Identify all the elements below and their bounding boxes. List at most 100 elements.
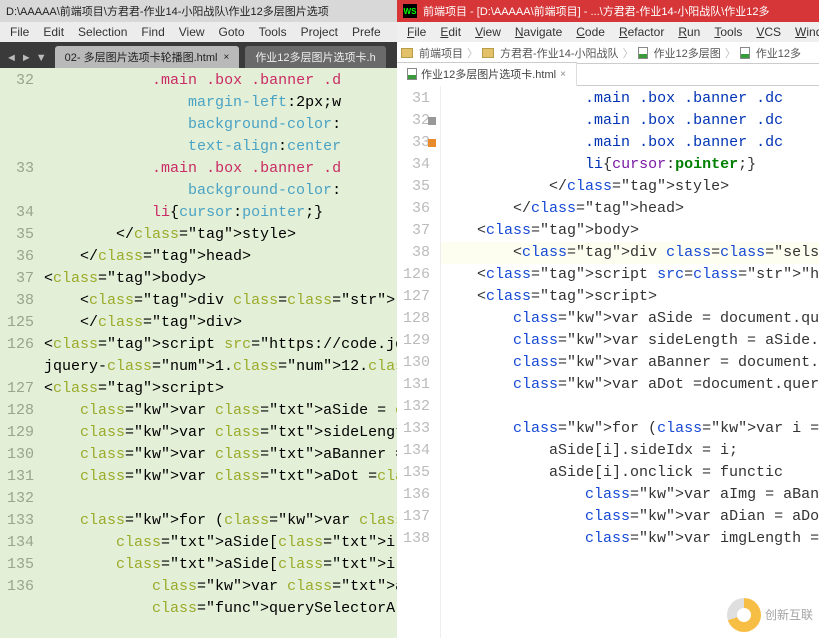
- webstorm-titlebar[interactable]: WS 前端项目 - [D:\AAAAA\前端项目] - ...\方君君-作业14…: [397, 0, 819, 22]
- code-line[interactable]: </class="tag">style>: [44, 224, 397, 246]
- sublime-titlebar[interactable]: D:\AAAAA\前端项目\方君君-作业14-小阳战队\作业12多层图片选项: [0, 0, 397, 22]
- close-icon[interactable]: ×: [560, 69, 566, 80]
- sublime-tabstrip[interactable]: ◄ ► ▼ 02- 多层图片选项卡轮播图.html × 作业12多层图片选项卡.…: [0, 42, 397, 68]
- tab-label: 作业12多层图片选项卡.html: [421, 66, 556, 82]
- code-line[interactable]: class="kw">var sideLength = aSide.length…: [441, 330, 819, 352]
- webstorm-menubar[interactable]: FileEditViewNavigateCodeRefactorRunTools…: [397, 22, 819, 42]
- menu-item[interactable]: File: [401, 23, 432, 41]
- title-path: D:\AAAAA\前端项目\方君君-作业14-小阳战队\作业12多层图片选项: [6, 3, 329, 19]
- code-line[interactable]: <class="tag">script>: [44, 378, 397, 400]
- code-line[interactable]: class="txt">aSide[class="txt">i].sideIdx…: [44, 532, 397, 554]
- webstorm-tabstrip[interactable]: 作业12多层图片选项卡.html ×: [397, 64, 819, 86]
- code-line[interactable]: class="kw">for (class="kw">var i = class…: [441, 418, 819, 440]
- file-icon: [638, 47, 648, 59]
- tab-label: 作业12多层图片选项卡.h: [255, 49, 375, 65]
- menu-item[interactable]: Selection: [72, 23, 133, 41]
- code-line[interactable]: background-color:: [44, 114, 397, 136]
- code-line[interactable]: [441, 396, 819, 418]
- line-gutter: 3132333435363738126127128129130131132133…: [397, 86, 441, 638]
- code-line[interactable]: class="kw">var class="txt">aImg = class=…: [44, 576, 397, 598]
- webstorm-logo-icon: WS: [403, 4, 417, 18]
- code-line[interactable]: <class="tag">script src="https://code.jq…: [44, 334, 397, 356]
- crumb[interactable]: 作业12多: [756, 45, 801, 61]
- menu-item[interactable]: Goto: [213, 23, 251, 41]
- menu-item[interactable]: Navigate: [509, 23, 568, 41]
- menu-item[interactable]: Run: [672, 23, 706, 41]
- menu-item[interactable]: File: [4, 23, 35, 41]
- sublime-pane: D:\AAAAA\前端项目\方君君-作业14-小阳战队\作业12多层图片选项 F…: [0, 0, 397, 638]
- code-line[interactable]: <class="tag">body>: [44, 268, 397, 290]
- code-line[interactable]: li{cursor:pointer;}: [44, 202, 397, 224]
- code-line[interactable]: [44, 488, 397, 510]
- code-line[interactable]: <class="tag">body>: [441, 220, 819, 242]
- code-line[interactable]: margin-left:2px;w: [44, 92, 397, 114]
- crumb[interactable]: 作业12多层图: [654, 45, 721, 61]
- crumb[interactable]: 方君君-作业14-小阳战队: [500, 45, 619, 61]
- code-line[interactable]: class="txt">aSide[class="txt">i].onclick…: [44, 554, 397, 576]
- code-line[interactable]: class="kw">var class="txt">aDot =class="…: [44, 466, 397, 488]
- editor-tab[interactable]: 作业12多层图片选项卡.h: [245, 46, 385, 68]
- menu-item[interactable]: Project: [295, 23, 344, 41]
- tab-arrows[interactable]: ◄ ► ▼: [4, 48, 49, 68]
- code-line[interactable]: class="kw">var class="txt">aBanner = cla…: [44, 444, 397, 466]
- code-area[interactable]: .main .box .banner .dc .main .box .banne…: [441, 86, 819, 638]
- code-line[interactable]: class="kw">var class="txt">sideLength = …: [44, 422, 397, 444]
- menu-item[interactable]: Tools: [253, 23, 293, 41]
- menu-item[interactable]: Code: [570, 23, 611, 41]
- code-line[interactable]: </class="tag">style>: [441, 176, 819, 198]
- code-line[interactable]: li{cursor:pointer;}: [441, 154, 819, 176]
- tab-menu-icon[interactable]: ▼: [36, 52, 47, 64]
- code-area[interactable]: .main .box .banner .d margin-left:2px;w …: [44, 68, 397, 638]
- menu-item[interactable]: Find: [135, 23, 170, 41]
- code-line[interactable]: <class="tag">div class=class="str">"main…: [44, 290, 397, 312]
- code-line[interactable]: class="kw">for (class="kw">var class="tx…: [44, 510, 397, 532]
- code-line[interactable]: class="kw">var aDian = aDot[this.: [441, 506, 819, 528]
- code-line[interactable]: .main .box .banner .d: [44, 158, 397, 180]
- gutter-mark-icon[interactable]: [428, 139, 436, 147]
- editor-tab[interactable]: 作业12多层图片选项卡.html ×: [397, 62, 577, 86]
- code-line[interactable]: </class="tag">div>: [44, 312, 397, 334]
- menu-item[interactable]: View: [469, 23, 507, 41]
- code-line[interactable]: <class="tag">script src=class="str">"htt…: [441, 264, 819, 286]
- menu-item[interactable]: Wind: [789, 23, 819, 41]
- menu-item[interactable]: Tools: [708, 23, 748, 41]
- code-line[interactable]: jquery-class="num">1.class="num">12.clas…: [44, 356, 397, 378]
- code-line[interactable]: <class="tag">div class=class="selstr">"m…: [441, 242, 819, 264]
- close-icon[interactable]: ×: [223, 52, 229, 63]
- code-line[interactable]: .main .box .banner .d: [44, 70, 397, 92]
- code-line[interactable]: class="kw">var imgLength = aDian.: [441, 528, 819, 550]
- menu-item[interactable]: View: [173, 23, 211, 41]
- code-line[interactable]: class="kw">var aSide = document.querySel…: [441, 308, 819, 330]
- editor-tab[interactable]: 02- 多层图片选项卡轮播图.html ×: [55, 46, 240, 68]
- menu-item[interactable]: Refactor: [613, 23, 670, 41]
- code-line[interactable]: aSide[i].sideIdx = i;: [441, 440, 819, 462]
- folder-icon: [482, 48, 494, 58]
- code-line[interactable]: .main .box .banner .dc: [441, 110, 819, 132]
- sublime-menubar[interactable]: FileEditSelectionFindViewGotoToolsProjec…: [0, 22, 397, 42]
- tab-next-icon[interactable]: ►: [21, 52, 32, 64]
- webstorm-editor[interactable]: 3132333435363738126127128129130131132133…: [397, 86, 819, 638]
- code-line[interactable]: text-align:center: [44, 136, 397, 158]
- menu-item[interactable]: Prefe: [346, 23, 387, 41]
- code-line[interactable]: <class="tag">script>: [441, 286, 819, 308]
- code-line[interactable]: aSide[i].onclick = functic: [441, 462, 819, 484]
- sublime-editor[interactable]: 3233343536373812512612712812913013113213…: [0, 68, 397, 638]
- code-line[interactable]: class="kw">var aDot =document.querySelec…: [441, 374, 819, 396]
- crumb[interactable]: 前端项目: [419, 45, 463, 61]
- code-line[interactable]: .main .box .banner .dc: [441, 132, 819, 154]
- code-line[interactable]: class="kw">var aImg = aBanner[thi: [441, 484, 819, 506]
- tab-prev-icon[interactable]: ◄: [6, 52, 17, 64]
- code-line[interactable]: </class="tag">head>: [441, 198, 819, 220]
- code-line[interactable]: </class="tag">head>: [44, 246, 397, 268]
- file-icon: [740, 47, 750, 59]
- menu-item[interactable]: Edit: [37, 23, 70, 41]
- code-line[interactable]: .main .box .banner .dc: [441, 88, 819, 110]
- code-line[interactable]: background-color:: [44, 180, 397, 202]
- code-line[interactable]: class="func">querySelectorAll(": [44, 598, 397, 620]
- code-line[interactable]: class="kw">var class="txt">aSide = class…: [44, 400, 397, 422]
- breadcrumb[interactable]: 前端项目〉 方君君-作业14-小阳战队〉 作业12多层图〉 作业12多: [397, 42, 819, 64]
- menu-item[interactable]: Edit: [434, 23, 467, 41]
- gutter-mark-icon[interactable]: [428, 117, 436, 125]
- menu-item[interactable]: VCS: [750, 23, 787, 41]
- code-line[interactable]: class="kw">var aBanner = document.queryS…: [441, 352, 819, 374]
